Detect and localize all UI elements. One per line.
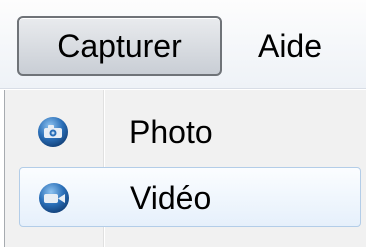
video-camera-icon (38, 182, 70, 214)
menu-aide-label: Aide (257, 27, 323, 64)
menu-item-photo[interactable]: Photo (19, 102, 361, 162)
capturer-dropdown: Photo Vidéo (4, 90, 366, 247)
camera-icon (37, 116, 69, 148)
app-window: Capturer Aide Photo Vidéo (0, 0, 366, 247)
menu-aide[interactable]: Aide (240, 16, 340, 76)
menu-capturer[interactable]: Capturer (17, 16, 222, 76)
menu-capturer-label: Capturer (57, 27, 182, 64)
menu-item-video[interactable]: Vidéo (19, 167, 361, 227)
menu-item-photo-label: Photo (129, 114, 213, 150)
menu-item-video-label: Vidéo (130, 180, 212, 216)
menu-bar: Capturer Aide (0, 0, 366, 89)
